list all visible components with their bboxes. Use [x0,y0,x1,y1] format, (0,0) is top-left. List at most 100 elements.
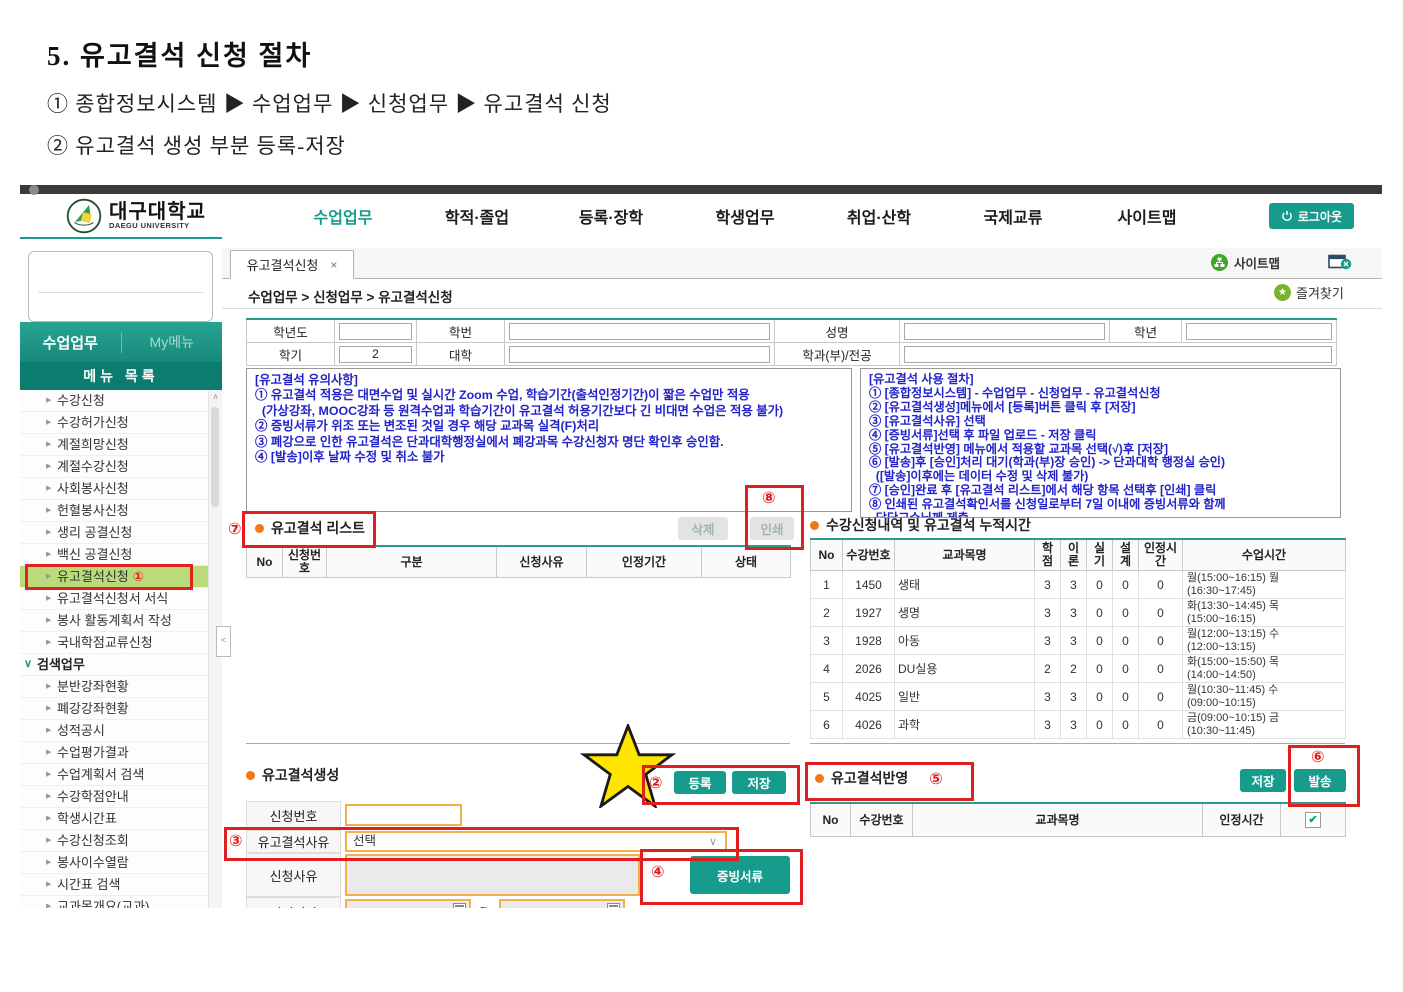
favorite-label: 즐겨찾기 [1296,283,1344,302]
doc-step-2: ② 유고결석 생성 부분 등록-저장 [47,130,346,160]
annotation-5: ⑤ [929,769,943,788]
annotation-3: ③ [229,831,243,850]
notice-title: [유고결석 유의사항] [255,373,843,388]
absence-reason-select[interactable]: 선택 [345,831,727,852]
sidebar-item[interactable]: 사회봉사신청 [20,478,208,500]
notice-precautions: [유고결석 유의사항] ① 유고결석 적용은 대면수업 및 실시간 Zoom 수… [246,368,852,512]
sidebar-item-label: 백신 공결신청 [57,547,132,562]
absence-create-title: 유고결석생성 [246,765,339,785]
delete-button[interactable]: 삭제 [678,517,728,540]
register-button[interactable]: 등록 [674,771,726,794]
sidebar-item[interactable]: 분반강좌현황 [20,676,208,698]
nav-item-international[interactable]: 국제교류 [946,204,1080,228]
table-row: 42026DU실용22000화(15:00~15:50) 목(14:00~14:… [811,655,1346,683]
sidebar-item[interactable]: 백신 공결신청 [20,544,208,566]
name-input[interactable] [904,323,1105,340]
calendar-icon[interactable] [453,903,466,908]
university-emblem-icon [66,198,102,234]
field-label: 성명 [775,319,900,343]
tab-close-icon[interactable]: × [330,258,337,272]
sidebar-item[interactable]: 수강학점안내 [20,786,208,808]
annotation-2: ② [649,773,663,792]
sidebar-collapse-handle[interactable] [216,626,231,657]
save-apply-button[interactable]: 저장 [1240,769,1286,792]
nav-item-course[interactable]: 수업업무 [276,204,410,228]
university-logo[interactable]: 대구대학교 DAEGU UNIVERSITY [66,198,206,234]
sidebar-item[interactable]: 계절희망신청 [20,434,208,456]
sidebar-item[interactable]: 봉사 활동계획서 작성 [20,610,208,632]
table-row: 64026과학33000금(09:00~10:15) 금(10:30~11:45… [811,711,1346,739]
sidebar-item[interactable]: 수강신청조회 [20,830,208,852]
nav-item-sitemap[interactable]: 사이트맵 [1080,204,1214,228]
scrollbar-thumb[interactable] [211,407,219,507]
sidebar-item[interactable]: 수강신청 [20,390,208,412]
sidebar-section-search[interactable]: 검색업무 [20,654,208,676]
evidence-button[interactable]: 증빙서류 [690,856,790,894]
sidebar-item[interactable]: 수업평가결과 [20,742,208,764]
nav-item-registration[interactable]: 등록·장학 [544,204,678,228]
sitemap-shortcut[interactable]: 사이트맵 [1211,253,1280,272]
sidebar-tab-course[interactable]: 수업업무 [20,332,122,353]
sidebar-item[interactable]: 유고결석신청서 서식 [20,588,208,610]
sidebar-item[interactable]: 학생시간표 [20,808,208,830]
sidebar-item[interactable]: 국내학점교류신청 [20,632,208,654]
sidebar-item-label: 수강신청조회 [57,833,129,848]
power-icon [1281,210,1293,222]
sidebar-item[interactable]: 헌혈봉사신청 [20,500,208,522]
sidebar-item[interactable]: 성적공시 [20,720,208,742]
semester-input[interactable]: 2 [339,346,412,363]
sidebar-item-absence-apply[interactable]: 유고결석신청① [20,566,208,588]
apply-detail-textarea[interactable] [345,854,640,896]
tab-label: 유고결석신청 [247,255,319,274]
year-input[interactable] [339,323,412,340]
sidebar-item[interactable]: 수강허가신청 [20,412,208,434]
student-info-form: 학년도 학번 성명 학년 학기 2 대학 학과(부)/전공 [246,318,1337,366]
logout-button[interactable]: 로그아웃 [1269,203,1354,229]
send-button[interactable]: 발송 [1294,769,1346,792]
tab-absence-apply[interactable]: 유고결석신청 × [230,250,354,279]
save-create-button[interactable]: 저장 [732,771,786,794]
sidebar-item-label: 분반강좌현황 [57,679,129,694]
sidebar-item[interactable]: 생리 공결신청 [20,522,208,544]
nav-item-career[interactable]: 취업·산학 [812,204,946,228]
nav-item-records[interactable]: 학적·졸업 [410,204,544,228]
login-info-box [28,251,213,322]
calendar-icon[interactable] [607,903,620,908]
period-label: 인정기간 [246,897,341,908]
sidebar-tab-mymenu[interactable]: My메뉴 [122,332,223,352]
bullet-icon [246,771,255,780]
favorite-button[interactable]: 즐겨찾기 [1274,283,1344,302]
app-header: 대구대학교 DAEGU UNIVERSITY 수업업무 학적·졸업 등록·장학 … [20,194,1382,239]
table-row: 31928아동33000월(12:00~13:15) 수(12:00~13:15… [811,627,1346,655]
scroll-up-icon[interactable] [209,390,222,404]
sidebar-item[interactable]: 시간표 검색 [20,874,208,896]
student-id-input[interactable] [509,323,770,340]
annotation-4: ④ [651,862,665,881]
college-input[interactable] [509,346,770,363]
sidebar-item-label: 봉사이수열람 [57,855,129,870]
period-from-input[interactable] [345,899,471,908]
nav-item-student[interactable]: 학생업무 [678,204,812,228]
period-to-input[interactable] [499,899,625,908]
bullet-icon [255,524,264,533]
logo-title: 대구대학교 [109,203,206,221]
field-label: 대학 [417,343,505,366]
sidebar-item[interactable]: 봉사이수열람 [20,852,208,874]
absence-apply-title: 유고결석반영 ⑤ [815,768,943,788]
sidebar-item[interactable]: 폐강강좌현황 [20,698,208,720]
absence-reason-label: 유고결석사유 [246,830,341,853]
select-all-checkbox[interactable]: ✔ [1305,812,1321,828]
sidebar-item-label: 유고결석신청 [57,569,129,584]
sidebar-item-label: 국내학점교류신청 [57,635,153,650]
sidebar-section-label: 검색업무 [37,657,85,672]
grade-input[interactable] [1186,323,1332,340]
sidebar-item-label: 수강신청 [57,393,105,408]
close-all-tabs-icon[interactable] [1328,254,1352,276]
sidebar-item[interactable]: 수업계획서 검색 [20,764,208,786]
separator [810,743,1345,744]
sidebar-item[interactable]: 교과목개요(교과) [20,896,208,908]
apply-no-input[interactable] [345,804,462,826]
department-input[interactable] [904,346,1332,363]
sidebar-item[interactable]: 계절수강신청 [20,456,208,478]
print-button[interactable]: 인쇄 [750,517,794,540]
